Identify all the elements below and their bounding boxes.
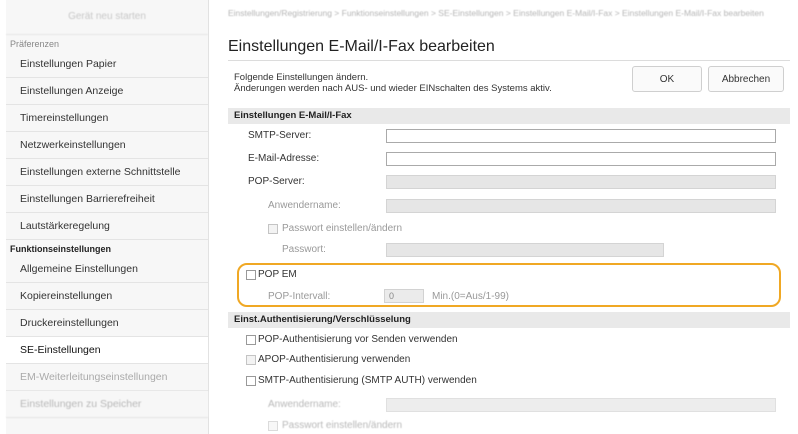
sidebar-item-general-settings[interactable]: Allgemeine Einstellungen	[6, 256, 208, 283]
email-address-input[interactable]	[386, 152, 776, 166]
section-email-ifax-settings: Einstellungen E-Mail/I-Fax	[228, 108, 790, 124]
restart-device-button[interactable]: Gerät neu starten	[6, 0, 208, 35]
auth-username-label: Anwendername:	[268, 399, 341, 410]
intro-text: Folgende Einstellungen ändern. Änderunge…	[234, 72, 552, 94]
intro-line-1: Folgende Einstellungen ändern.	[234, 72, 369, 83]
sidebar-item-external-interface[interactable]: Einstellungen externe Schnittstelle	[6, 159, 208, 186]
sidebar-header-preferences: Präferenzen	[10, 39, 60, 49]
apop-auth-checkbox[interactable]	[246, 355, 256, 365]
sidebar-item-se-settings[interactable]: SE-Einstellungen	[6, 337, 208, 364]
password-label: Passwort:	[282, 244, 326, 255]
smtp-server-input[interactable]	[386, 129, 776, 143]
pop-interval-input[interactable]: 0	[384, 289, 424, 303]
pop-auth-checkbox[interactable]	[246, 335, 256, 345]
sidebar-item-accessibility[interactable]: Einstellungen Barrierefreiheit	[6, 186, 208, 213]
sidebar-item-storage-settings[interactable]: Einstellungen zu Speicher	[6, 391, 208, 418]
ok-button[interactable]: OK	[632, 66, 702, 92]
page-title: Einstellungen E-Mail/I-Fax bearbeiten	[228, 38, 495, 55]
sidebar-item-timer-settings[interactable]: Timereinstellungen	[6, 105, 208, 132]
sidebar: Gerät neu starten Präferenzen Einstellun…	[6, 0, 209, 434]
smtp-server-label: SMTP-Server:	[248, 130, 312, 141]
pop-em-checkbox[interactable]	[246, 270, 256, 280]
smtp-auth-label: SMTP-Authentisierung (SMTP AUTH) verwend…	[258, 375, 477, 386]
apop-auth-label: APOP-Authentisierung verwenden	[258, 354, 411, 365]
pop-auth-label: POP-Authentisierung vor Senden verwenden	[258, 334, 458, 345]
auth-password-set-checkbox[interactable]	[268, 421, 278, 431]
sidebar-header-functions: Funktionseinstellungen	[10, 244, 112, 254]
pop-em-label: POP EM	[258, 269, 297, 280]
password-set-checkbox[interactable]	[268, 224, 278, 234]
username-input[interactable]	[386, 199, 776, 213]
sidebar-item-network-settings[interactable]: Netzwerkeinstellungen	[6, 132, 208, 159]
sidebar-item-forwarding-settings[interactable]: EM-Weiterleitungseinstellungen	[6, 364, 208, 391]
sidebar-item-volume[interactable]: Lautstärkeregelung	[6, 213, 208, 240]
pop-interval-hint: Min.(0=Aus/1-99)	[432, 291, 509, 302]
sidebar-item-printer-settings[interactable]: Druckereinstellungen	[6, 310, 208, 337]
breadcrumb: Einstellungen/Registrierung > Funktionse…	[228, 8, 764, 18]
auth-password-set-label: Passwort einstellen/ändern	[282, 420, 403, 431]
sidebar-item-copy-settings[interactable]: Kopiereinstellungen	[6, 283, 208, 310]
pop-server-label: POP-Server:	[248, 176, 305, 187]
pop-interval-label: POP-Intervall:	[268, 291, 331, 302]
password-set-label: Passwort einstellen/ändern	[282, 223, 403, 234]
auth-username-input[interactable]	[386, 398, 776, 412]
cancel-button[interactable]: Abbrechen	[708, 66, 784, 92]
main-panel: Einstellungen/Registrierung > Funktionse…	[220, 0, 792, 434]
pop-server-input[interactable]	[386, 175, 776, 189]
section-auth-encryption: Einst.Authentisierung/Verschlüsselung	[228, 312, 790, 328]
sidebar-item-paper-settings[interactable]: Einstellungen Papier	[6, 51, 208, 78]
intro-line-2: Änderungen werden nach AUS- und wieder E…	[234, 83, 552, 94]
smtp-auth-checkbox[interactable]	[246, 376, 256, 386]
title-divider	[228, 60, 790, 61]
sidebar-item-display-settings[interactable]: Einstellungen Anzeige	[6, 78, 208, 105]
password-input[interactable]	[386, 243, 664, 257]
username-label: Anwendername:	[268, 200, 341, 211]
email-address-label: E-Mail-Adresse:	[248, 153, 320, 164]
